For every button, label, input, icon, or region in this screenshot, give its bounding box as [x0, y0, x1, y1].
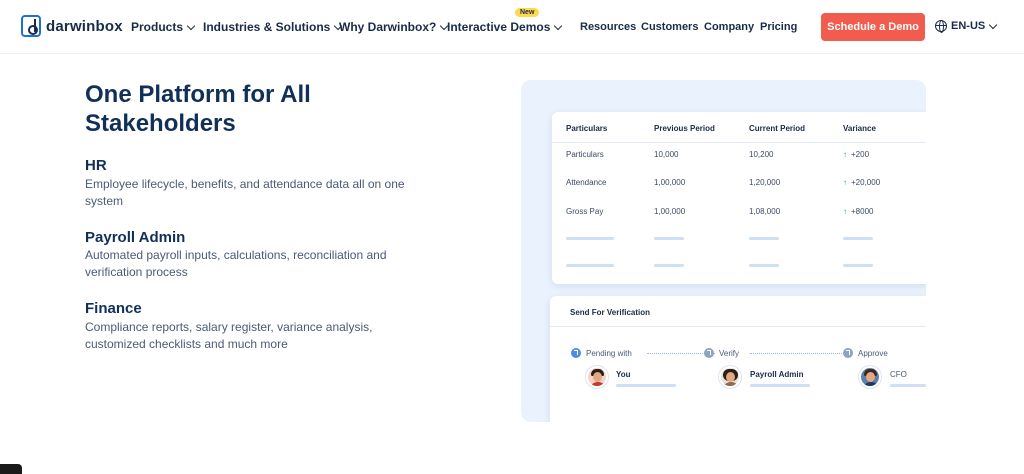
- person-name-payroll-admin: Payroll Admin: [750, 370, 804, 379]
- avatar-cfo: [859, 366, 881, 388]
- step-pending-with: Pending with: [571, 348, 632, 358]
- new-badge: New: [515, 8, 540, 17]
- table-cell-variance: ↑ +200: [843, 150, 869, 159]
- placeholder-bar: [654, 237, 684, 240]
- nav-why-label: Why Darwinbox?: [339, 20, 437, 34]
- step-label: Verify: [719, 348, 740, 358]
- table-cell: Particulars: [566, 150, 604, 159]
- section-title-finance: Finance: [85, 300, 142, 317]
- arrow-up-icon: ↑: [843, 207, 847, 216]
- nav-why-darwinbox[interactable]: Why Darwinbox?: [339, 20, 449, 34]
- section-desc-finance: Compliance reports, salary register, var…: [85, 320, 373, 351]
- table-cell-variance: ↑ +20,000: [843, 178, 880, 187]
- step-label: Pending with: [586, 348, 632, 358]
- verification-title: Send For Verification: [570, 308, 651, 317]
- chevron-down-icon: [554, 21, 563, 30]
- variance-value: +20,000: [851, 178, 881, 187]
- table-cell: 1,20,000: [749, 178, 781, 187]
- chevron-down-icon: [988, 20, 998, 29]
- language-label: EN-US: [951, 20, 986, 32]
- nav-customers[interactable]: Customers: [641, 21, 698, 33]
- placeholder-bar: [843, 237, 873, 240]
- section-title-hr: HR: [85, 157, 107, 174]
- person-name-you: You: [616, 370, 631, 379]
- table-cell-variance: ↑ +8000: [843, 207, 873, 216]
- avatar-face: [726, 372, 735, 382]
- variance-value: +8000: [851, 207, 874, 216]
- avatar-face: [866, 372, 875, 382]
- top-navigation: darwinbox Products Industries & Solution…: [0, 0, 1024, 54]
- nav-company[interactable]: Company: [704, 21, 754, 33]
- variance-value: +200: [851, 150, 870, 159]
- avatar-you: [586, 366, 608, 388]
- column-header-variance: Variance: [843, 124, 876, 133]
- step-label: Approve: [858, 348, 888, 358]
- avatar-face: [593, 372, 602, 382]
- language-selector[interactable]: EN-US: [935, 20, 998, 33]
- table-cell: 1,08,000: [749, 207, 781, 216]
- placeholder-bar: [566, 237, 614, 240]
- nav-products[interactable]: Products: [131, 20, 196, 34]
- nav-resources[interactable]: Resources: [580, 21, 636, 33]
- section-desc-hr: Employee lifecycle, benefits, and attend…: [85, 177, 405, 208]
- avatar-payroll-admin: [719, 366, 741, 388]
- nav-industries-label: Industries & Solutions: [203, 20, 331, 34]
- nav-industries-solutions[interactable]: Industries & Solutions: [203, 20, 343, 34]
- schedule-demo-button[interactable]: Schedule a Demo: [821, 13, 925, 41]
- logo-text: darwinbox: [46, 17, 123, 35]
- table-cell: Attendance: [566, 178, 607, 187]
- chevron-down-icon: [186, 21, 196, 30]
- placeholder-bar: [654, 264, 684, 267]
- table-cell: 1,00,000: [654, 178, 686, 187]
- placeholder-bar: [749, 264, 779, 267]
- column-header-current-period: Current Period: [749, 124, 806, 133]
- placeholder-bar: [843, 264, 873, 267]
- table-cell: 10,200: [749, 150, 774, 159]
- verification-card: Send For Verification Pending with Verif…: [550, 296, 926, 422]
- step-connector: [750, 353, 848, 354]
- globe-icon: [935, 20, 947, 33]
- clock-icon: [843, 348, 853, 358]
- darwinbox-logo[interactable]: darwinbox: [21, 15, 123, 37]
- variance-table-card: Particulars Previous Period Current Peri…: [552, 112, 926, 284]
- placeholder-bar: [566, 264, 614, 267]
- arrow-up-icon: ↑: [843, 178, 847, 187]
- section-title-payroll-admin: Payroll Admin: [85, 229, 186, 246]
- arrow-up-icon: ↑: [843, 150, 847, 159]
- verification-divider: [550, 326, 926, 327]
- nav-products-label: Products: [131, 20, 184, 34]
- darwinbox-logo-icon: [21, 15, 41, 37]
- nav-demos-label: Interactive Demos: [447, 20, 551, 34]
- placeholder-bar: [890, 384, 926, 387]
- placeholder-bar: [749, 237, 779, 240]
- table-cell: 10,000: [654, 150, 679, 159]
- table-cell: 1,00,000: [654, 207, 686, 216]
- person-name-cfo: CFO: [890, 370, 907, 379]
- clock-icon: [704, 348, 714, 358]
- payroll-illustration-panel: Particulars Previous Period Current Peri…: [521, 80, 926, 422]
- avatar-body: [862, 382, 879, 386]
- corner-widget[interactable]: [0, 464, 22, 474]
- table-header-divider: [552, 142, 926, 143]
- column-header-previous-period: Previous Period: [654, 124, 715, 133]
- section-desc-payroll-admin: Automated payroll inputs, calculations, …: [85, 248, 387, 279]
- placeholder-bar: [616, 384, 676, 387]
- column-header-particulars: Particulars: [566, 124, 608, 133]
- avatar-body: [722, 382, 739, 386]
- step-approve: Approve: [843, 348, 888, 358]
- step-verify: Verify: [704, 348, 739, 358]
- placeholder-bar: [750, 384, 810, 387]
- nav-interactive-demos[interactable]: Interactive Demos: [447, 20, 563, 34]
- table-cell: Gross Pay: [566, 207, 604, 216]
- avatar-body: [589, 382, 606, 386]
- page-title: One Platform for All Stakeholders: [85, 81, 311, 137]
- nav-pricing[interactable]: Pricing: [760, 21, 797, 33]
- clock-icon: [571, 348, 581, 358]
